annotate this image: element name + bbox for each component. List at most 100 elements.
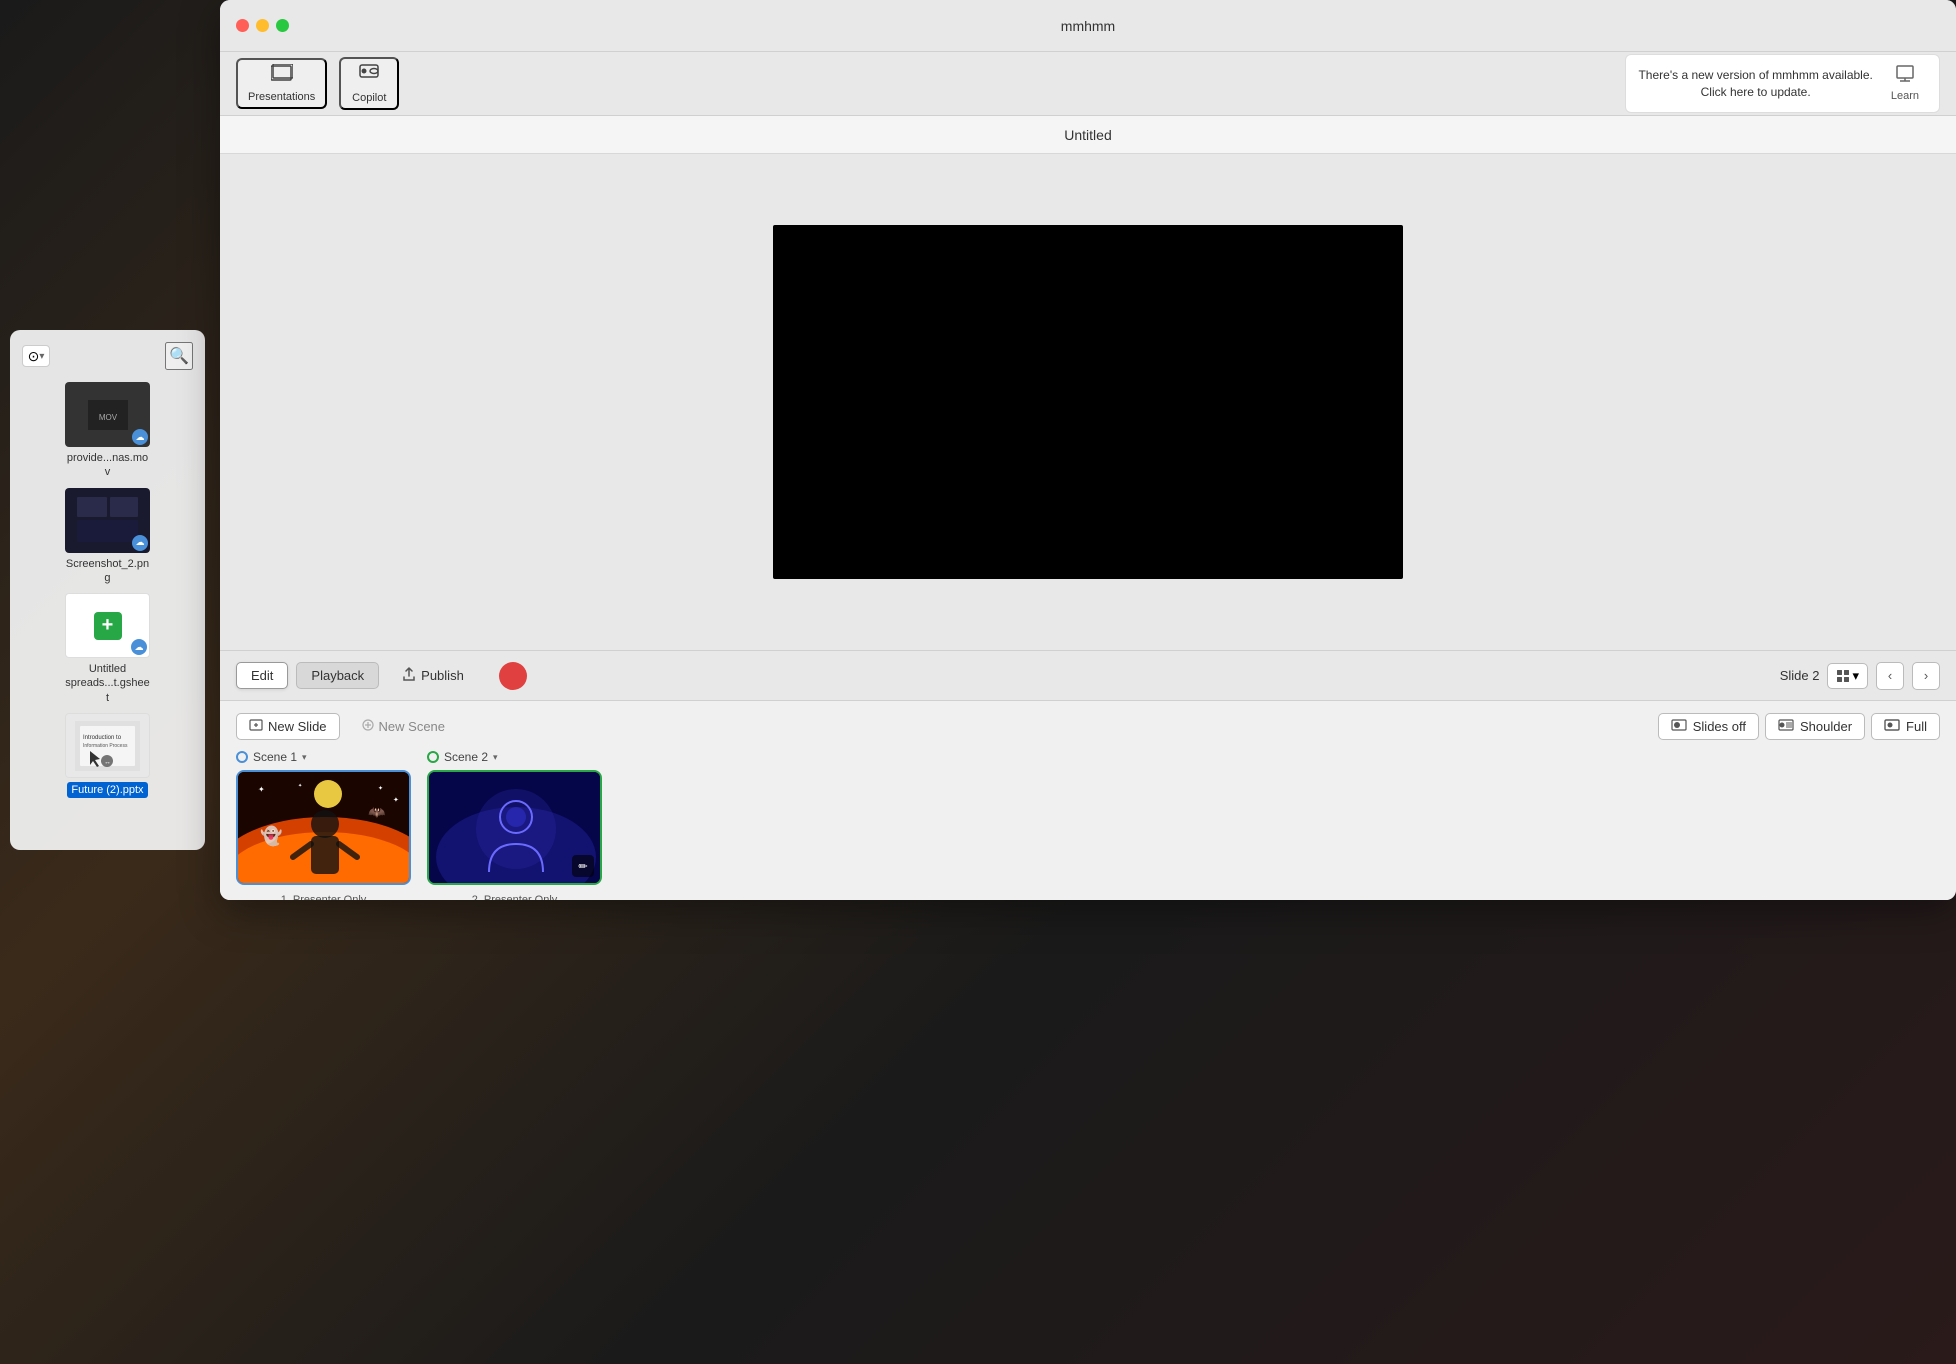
scene-1-header[interactable]: Scene 1 ▾ xyxy=(236,750,411,764)
dots-menu-button[interactable]: ⊙ ▾ xyxy=(22,345,50,367)
window-controls xyxy=(236,19,289,32)
update-text-line2: Click here to update. xyxy=(1638,84,1872,101)
preview-canvas xyxy=(773,225,1403,579)
svg-text:✦: ✦ xyxy=(378,785,383,792)
slide-label: Slide 2 xyxy=(1780,668,1820,683)
shoulder-button[interactable]: Shoulder xyxy=(1765,713,1865,740)
new-slide-button[interactable]: New Slide xyxy=(236,713,340,740)
preview-area xyxy=(220,154,1956,650)
update-message: There's a new version of mmhmm available… xyxy=(1638,67,1872,101)
svg-text:👻: 👻 xyxy=(260,825,282,847)
controls-bar: Edit Playback Publish Slide 2 xyxy=(220,650,1956,700)
slide-1-label: 1. Presenter Only xyxy=(236,894,411,900)
copilot-button[interactable]: Copilot xyxy=(339,57,399,110)
full-icon xyxy=(1884,719,1900,734)
file-thumbnail: + ☁ xyxy=(65,593,150,658)
list-item[interactable]: MOV ☁ provide...nas.mov xyxy=(22,382,193,480)
file-label-selected: Future (2).pptx xyxy=(67,782,147,798)
publish-label: Publish xyxy=(421,668,464,683)
svg-text:MOV: MOV xyxy=(98,413,117,422)
learn-button[interactable]: Learn xyxy=(1883,61,1927,106)
slide-card-2[interactable]: ✏ xyxy=(427,770,602,885)
file-label: Untitledspreads...t.gsheet xyxy=(65,662,150,705)
list-item[interactable]: ☁ Screenshot_2.png xyxy=(22,488,193,586)
new-scene-label: New Scene xyxy=(379,719,445,734)
svg-text:✦: ✦ xyxy=(258,785,265,794)
search-button[interactable]: 🔍 xyxy=(165,342,193,370)
scene-1-chevron-icon: ▾ xyxy=(302,752,307,763)
slides-off-button[interactable]: Slides off xyxy=(1658,713,1759,740)
minimize-window-button[interactable] xyxy=(256,19,269,32)
presentations-icon xyxy=(271,64,293,88)
presentation-title-bar: Untitled xyxy=(220,116,1956,154)
publish-button[interactable]: Publish xyxy=(387,661,479,690)
file-thumbnail: Introduction to Information Process ↔ xyxy=(65,713,150,778)
update-text-line1: There's a new version of mmhmm available… xyxy=(1638,67,1872,84)
publish-icon xyxy=(402,667,416,684)
svg-text:Introduction to: Introduction to xyxy=(83,735,122,741)
main-window: mmhmm Presentations Copilot xyxy=(220,0,1956,900)
maximize-window-button[interactable] xyxy=(276,19,289,32)
prev-slide-button[interactable]: ‹ xyxy=(1876,662,1904,690)
list-item[interactable]: Introduction to Information Process ↔ Fu… xyxy=(22,713,193,798)
title-bar: mmhmm xyxy=(220,0,1956,52)
presentation-title: Untitled xyxy=(1064,127,1111,143)
file-panel-controls: ⊙ ▾ xyxy=(22,345,50,367)
scene-1-label: Scene 1 xyxy=(253,750,297,764)
close-window-button[interactable] xyxy=(236,19,249,32)
file-label: Screenshot_2.png xyxy=(66,557,149,586)
presentations-label: Presentations xyxy=(248,91,315,103)
new-scene-icon xyxy=(362,719,374,734)
svg-text:✦: ✦ xyxy=(393,796,399,804)
edit-tab[interactable]: Edit xyxy=(236,662,288,689)
learn-icon xyxy=(1896,65,1914,88)
svg-text:✦: ✦ xyxy=(298,783,302,789)
new-scene-button[interactable]: New Scene xyxy=(350,714,457,739)
next-slide-button[interactable]: › xyxy=(1912,662,1940,690)
file-panel-header: ⊙ ▾ 🔍 xyxy=(22,342,193,370)
file-thumbnail: MOV ☁ xyxy=(65,382,150,447)
shoulder-icon xyxy=(1778,719,1794,734)
slide-card-1[interactable]: ✦ ✦ ✦ ✦ 👻 🦇 xyxy=(236,770,411,885)
slide-grid-button[interactable]: ▾ xyxy=(1827,663,1868,689)
copilot-label: Copilot xyxy=(352,92,386,104)
chevron-down-icon: ▾ xyxy=(39,351,44,362)
mov-preview: MOV xyxy=(88,400,128,430)
full-button[interactable]: Full xyxy=(1871,713,1940,740)
cloud-sync-icon: ☁ xyxy=(132,535,148,551)
copilot-icon xyxy=(358,63,380,89)
search-icon: 🔍 xyxy=(169,346,189,366)
scene-2-chevron-icon: ▾ xyxy=(493,752,498,763)
halloween-slide-bg: ✦ ✦ ✦ ✦ 👻 🦇 xyxy=(238,772,409,883)
slide-2-label: 2. Presenter Only xyxy=(427,894,602,900)
slides-toolbar: New Slide New Scene xyxy=(236,713,1940,740)
slides-off-icon xyxy=(1671,719,1687,734)
scene-1-indicator xyxy=(236,751,248,763)
scene-2-indicator xyxy=(427,751,439,763)
view-toggle-group: Slides off Shoulder xyxy=(1658,713,1940,740)
learn-label: Learn xyxy=(1891,90,1919,102)
file-label: provide...nas.mov xyxy=(65,451,150,480)
cloud-sync-icon: ☁ xyxy=(131,639,147,655)
screenshot-preview xyxy=(75,495,140,545)
list-item[interactable]: + ☁ Untitledspreads...t.gsheet xyxy=(22,593,193,705)
slide-edit-button[interactable]: ✏ xyxy=(572,855,594,877)
plus-icon: + xyxy=(94,612,122,640)
slide-info: Slide 2 ▾ ‹ › xyxy=(1780,662,1940,690)
presentations-button[interactable]: Presentations xyxy=(236,58,327,109)
playback-tab[interactable]: Playback xyxy=(296,662,379,689)
shoulder-label: Shoulder xyxy=(1800,719,1852,734)
svg-text:↔: ↔ xyxy=(104,759,111,766)
blue-presenter-slide-bg: ✏ xyxy=(429,772,600,883)
scene-group-1: Scene 1 ▾ xyxy=(236,750,411,900)
cloud-sync-icon: ☁ xyxy=(132,429,148,445)
full-label: Full xyxy=(1906,719,1927,734)
scene-group-2: Scene 2 ▾ xyxy=(427,750,602,900)
window-title: mmhmm xyxy=(1061,18,1115,34)
scene-2-header[interactable]: Scene 2 ▾ xyxy=(427,750,602,764)
file-thumbnail: ☁ xyxy=(65,488,150,553)
grid-icon xyxy=(1836,669,1850,683)
svg-text:🦇: 🦇 xyxy=(368,804,386,820)
update-banner[interactable]: There's a new version of mmhmm available… xyxy=(1625,54,1940,113)
record-button[interactable] xyxy=(499,662,527,690)
